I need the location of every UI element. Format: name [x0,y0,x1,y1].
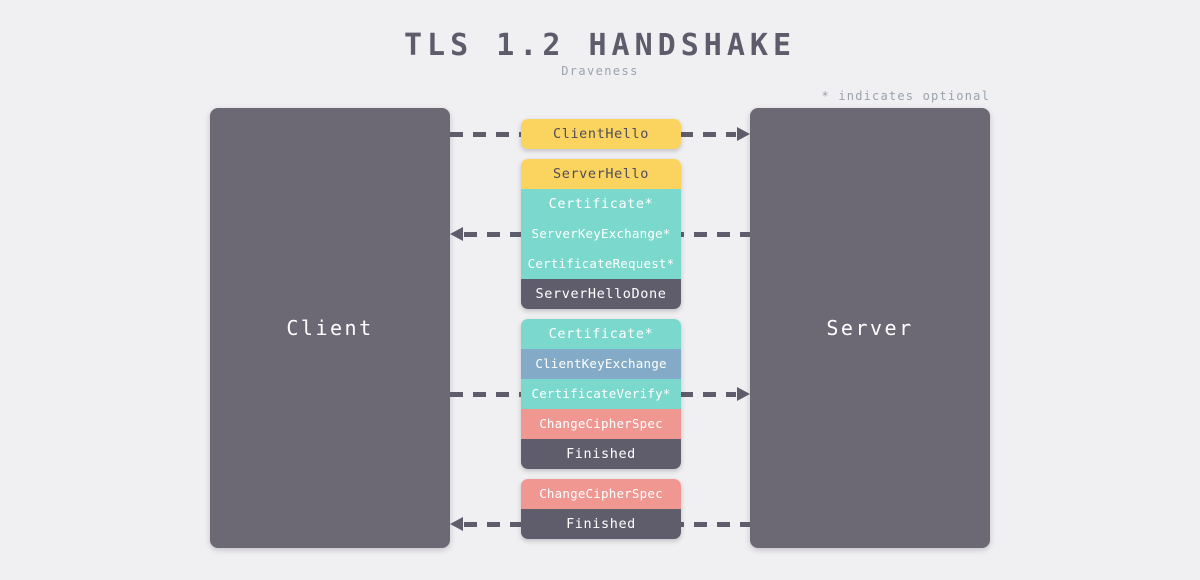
message-clientkeyexchange[interactable]: ClientKeyExchange [521,349,681,379]
arrow-head [737,127,750,141]
message-group: ChangeCipherSpec Finished [521,479,681,539]
optional-legend-note: * indicates optional [821,89,990,103]
message-changecipherspec[interactable]: ChangeCipherSpec [521,409,681,439]
diagram-canvas: TLS 1.2 HANDSHAKE Draveness * indicates … [0,0,1200,580]
message-serverhello[interactable]: ServerHello [521,159,681,189]
arrow-head [450,517,463,531]
server-endpoint: Server [750,108,990,548]
message-certificateverify[interactable]: CertificateVerify* [521,379,681,409]
message-group: Certificate* ClientKeyExchange Certificate… [521,319,681,469]
message-certificate[interactable]: Certificate* [521,319,681,349]
message-certificate[interactable]: Certificate* [521,189,681,219]
client-label: Client [286,316,374,340]
message-finished[interactable]: Finished [521,509,681,539]
client-endpoint: Client [210,108,450,548]
page-subtitle: Draveness [561,64,639,78]
page-title: TLS 1.2 HANDSHAKE [403,28,797,63]
message-certificaterequest[interactable]: CertificateRequest* [521,249,681,279]
server-label: Server [826,316,914,340]
arrow-head [737,387,750,401]
message-serverkeyexchange[interactable]: ServerKeyExchange* [521,219,681,249]
message-changecipherspec[interactable]: ChangeCipherSpec [521,479,681,509]
message-clienthello[interactable]: ClientHello [521,119,681,149]
arrow-head [450,227,463,241]
message-finished[interactable]: Finished [521,439,681,469]
message-serverhellodone[interactable]: ServerHelloDone [521,279,681,309]
message-group: ClientHello [521,119,681,149]
message-group: ServerHello Certificate* ServerKeyExchange… [521,159,681,309]
